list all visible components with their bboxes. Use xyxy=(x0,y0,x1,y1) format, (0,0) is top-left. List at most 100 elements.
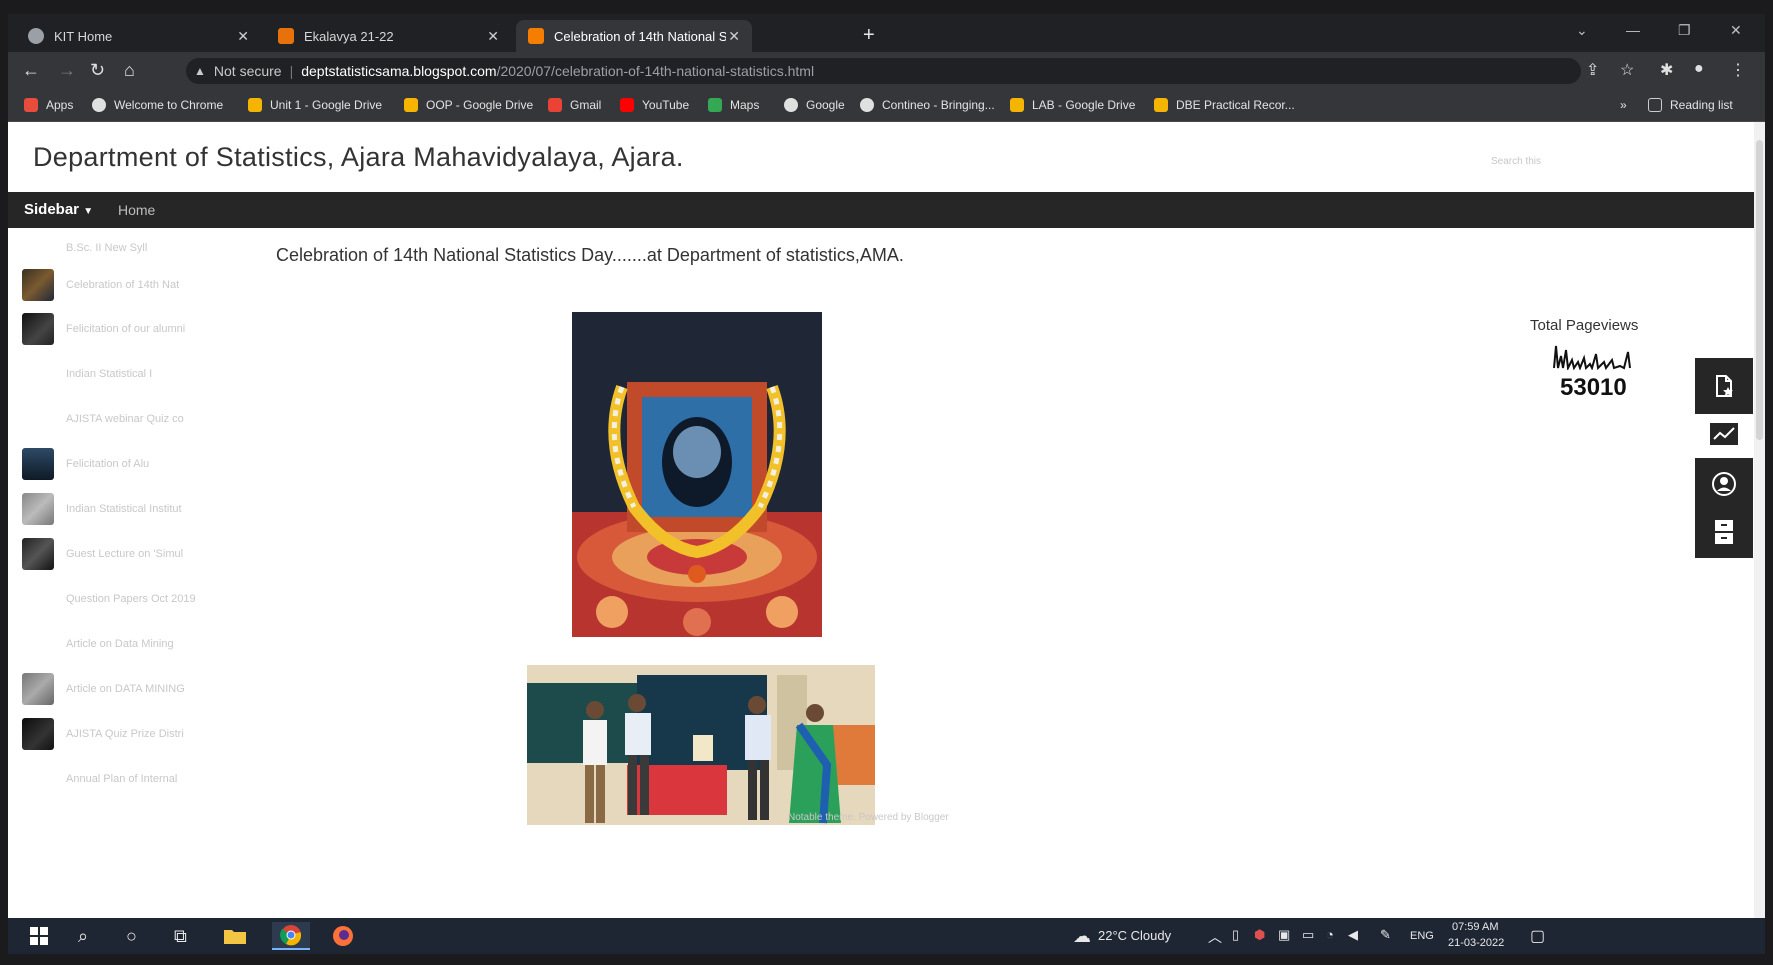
weather-text[interactable]: 22°C Cloudy xyxy=(1098,928,1171,943)
bookmark-maps[interactable]: Maps xyxy=(708,98,759,112)
tab-kit-home[interactable]: KIT Home ✕ xyxy=(16,20,261,52)
divider: | xyxy=(289,63,294,79)
sidebar-post[interactable]: Celebration of 14th Nat xyxy=(22,269,247,301)
close-icon[interactable]: ✕ xyxy=(728,28,740,45)
language-indicator[interactable]: ENG xyxy=(1410,930,1434,942)
bookmark-lab-drive[interactable]: LAB - Google Drive xyxy=(1010,98,1135,112)
cortana-icon[interactable]: ○ xyxy=(126,926,137,947)
post-link[interactable]: Indian Statistical Institut xyxy=(66,503,182,515)
bookmark-youtube[interactable]: YouTube xyxy=(620,98,689,112)
sidebar-post[interactable]: AJISTA Quiz Prize Distri xyxy=(22,718,247,750)
forward-icon[interactable]: → xyxy=(58,60,76,81)
firefox-taskbar-button[interactable] xyxy=(324,922,362,950)
profile-icon[interactable]: ● xyxy=(1694,60,1704,78)
extensions-icon[interactable]: ✱ xyxy=(1660,60,1673,80)
blogger-credit[interactable]: Notable theme. Powered by Blogger xyxy=(788,812,949,823)
home-icon[interactable]: ⌂ xyxy=(124,60,135,81)
bookmark-oop-drive[interactable]: OOP - Google Drive xyxy=(404,98,533,112)
bookmark-gmail[interactable]: Gmail xyxy=(548,98,601,112)
sidebar-post[interactable]: Felicitation of our alumni xyxy=(22,313,247,345)
sidebar-dropdown-button[interactable]: Sidebar ▼ xyxy=(24,201,93,218)
stats-button[interactable] xyxy=(1695,414,1753,454)
post-link[interactable]: B.Sc. II New Syll xyxy=(66,242,147,254)
post-image-group[interactable] xyxy=(527,665,875,825)
sidebar-post[interactable]: Indian Statistical Institut xyxy=(22,493,247,525)
share-icon[interactable]: ⇪ xyxy=(1586,60,1599,80)
document-star-icon xyxy=(1716,375,1733,397)
post-link[interactable]: AJISTA webinar Quiz co xyxy=(66,413,184,425)
notifications-icon[interactable]: ▢ xyxy=(1530,926,1545,946)
bookmark-google[interactable]: Google xyxy=(784,98,845,112)
close-icon[interactable]: ✕ xyxy=(487,28,499,45)
scrollbar-thumb[interactable] xyxy=(1756,140,1763,440)
sidebar-post[interactable]: Felicitation of Alu xyxy=(22,448,247,480)
post-link[interactable]: Felicitation of our alumni xyxy=(66,323,185,335)
sidebar-post[interactable]: Indian Statistical I xyxy=(22,358,247,390)
sidebar-post[interactable]: Guest Lecture on 'Simul xyxy=(22,538,247,570)
post-link[interactable]: Felicitation of Alu xyxy=(66,458,149,470)
reload-icon[interactable]: ↻ xyxy=(90,60,105,81)
tab-title: Ekalavya 21-22 xyxy=(304,28,394,44)
sidebar-post[interactable]: B.Sc. II New Syll xyxy=(22,232,247,264)
close-window-button[interactable]: ✕ xyxy=(1730,22,1742,39)
clock-date[interactable]: 21-03-2022 xyxy=(1448,937,1504,949)
sidebar-post[interactable]: AJISTA webinar Quiz co xyxy=(22,403,247,435)
sidebar-post[interactable]: Article on Data Mining xyxy=(22,628,247,660)
bookmark-label: Welcome to Chrome xyxy=(114,98,224,112)
reading-list-button[interactable]: Reading list xyxy=(1648,98,1733,112)
task-view-icon[interactable]: ⧉ xyxy=(174,926,187,947)
sidebar-post[interactable]: Annual Plan of Internal xyxy=(22,763,247,795)
star-icon[interactable]: ☆ xyxy=(1620,60,1634,80)
archive-icon[interactable] xyxy=(1714,519,1734,545)
show-hidden-icons-icon[interactable]: ︿ xyxy=(1208,927,1222,947)
maximize-button[interactable]: ❐ xyxy=(1678,22,1691,39)
drive-icon xyxy=(1010,98,1024,112)
battery-icon[interactable]: ▭ xyxy=(1302,927,1314,943)
bookmark-unit1-drive[interactable]: Unit 1 - Google Drive xyxy=(248,98,382,112)
post-link[interactable]: Celebration of 14th Nat xyxy=(66,279,179,291)
address-bar[interactable]: ▲ Not secure | deptstatisticsama.blogspo… xyxy=(186,58,1581,84)
post-link[interactable]: Article on Data Mining xyxy=(66,638,174,650)
post-link[interactable]: AJISTA Quiz Prize Distri xyxy=(66,728,184,740)
search-icon[interactable]: ⌕ xyxy=(78,926,88,947)
back-icon[interactable]: ← xyxy=(22,60,40,81)
post-feed-button[interactable] xyxy=(1695,358,1753,414)
page-scrollbar[interactable] xyxy=(1754,122,1765,918)
start-button[interactable] xyxy=(20,922,58,950)
sidebar-post[interactable]: Question Papers Oct 2019 xyxy=(22,583,247,615)
minimize-button[interactable]: — xyxy=(1626,22,1640,38)
tray-display-icon[interactable]: ▣ xyxy=(1278,927,1290,943)
tray-antivirus-icon[interactable]: ⬢ xyxy=(1254,927,1265,943)
post-link[interactable]: Annual Plan of Internal xyxy=(66,773,177,785)
tab-ekalavya[interactable]: Ekalavya 21-22 ✕ xyxy=(266,20,511,52)
bookmark-contineo[interactable]: Contineo - Bringing... xyxy=(860,98,995,112)
tab-celebration[interactable]: Celebration of 14th National Sta ✕ xyxy=(516,20,752,52)
sidebar-post[interactable]: Article on DATA MINING xyxy=(22,673,247,705)
post-link[interactable]: Article on DATA MINING xyxy=(66,683,185,695)
clock-time[interactable]: 07:59 AM xyxy=(1452,921,1498,933)
search-hint[interactable]: Search this xyxy=(1491,156,1541,167)
blog-title[interactable]: Department of Statistics, Ajara Mahavidy… xyxy=(33,142,684,173)
drive-icon xyxy=(404,98,418,112)
home-link[interactable]: Home xyxy=(118,202,155,218)
user-profile-icon[interactable] xyxy=(1711,471,1737,497)
post-link[interactable]: Indian Statistical I xyxy=(66,368,152,380)
post-link[interactable]: Question Papers Oct 2019 xyxy=(66,593,196,605)
chrome-taskbar-button[interactable] xyxy=(272,922,310,950)
post-link[interactable]: Guest Lecture on 'Simul xyxy=(66,548,183,560)
bookmark-welcome[interactable]: Welcome to Chrome xyxy=(92,98,223,112)
more-bookmarks-button[interactable]: » xyxy=(1620,98,1627,112)
tab-search-icon[interactable]: ⌄ xyxy=(1576,22,1588,39)
pen-icon[interactable]: ✎ xyxy=(1380,927,1391,943)
bookmark-label: YouTube xyxy=(642,98,690,112)
bookmark-dbe[interactable]: DBE Practical Recor... xyxy=(1154,98,1295,112)
new-tab-button[interactable]: + xyxy=(863,24,875,47)
post-image-portrait[interactable] xyxy=(572,312,822,637)
close-icon[interactable]: ✕ xyxy=(237,28,249,45)
file-explorer-button[interactable] xyxy=(216,922,254,950)
menu-icon[interactable]: ⋮ xyxy=(1730,60,1746,80)
bookmark-apps[interactable]: Apps xyxy=(24,98,73,112)
tray-app-icon[interactable]: ▯ xyxy=(1232,927,1239,943)
volume-icon[interactable]: ◀ xyxy=(1348,927,1358,943)
wifi-icon[interactable]: ◔ xyxy=(1326,927,1334,942)
